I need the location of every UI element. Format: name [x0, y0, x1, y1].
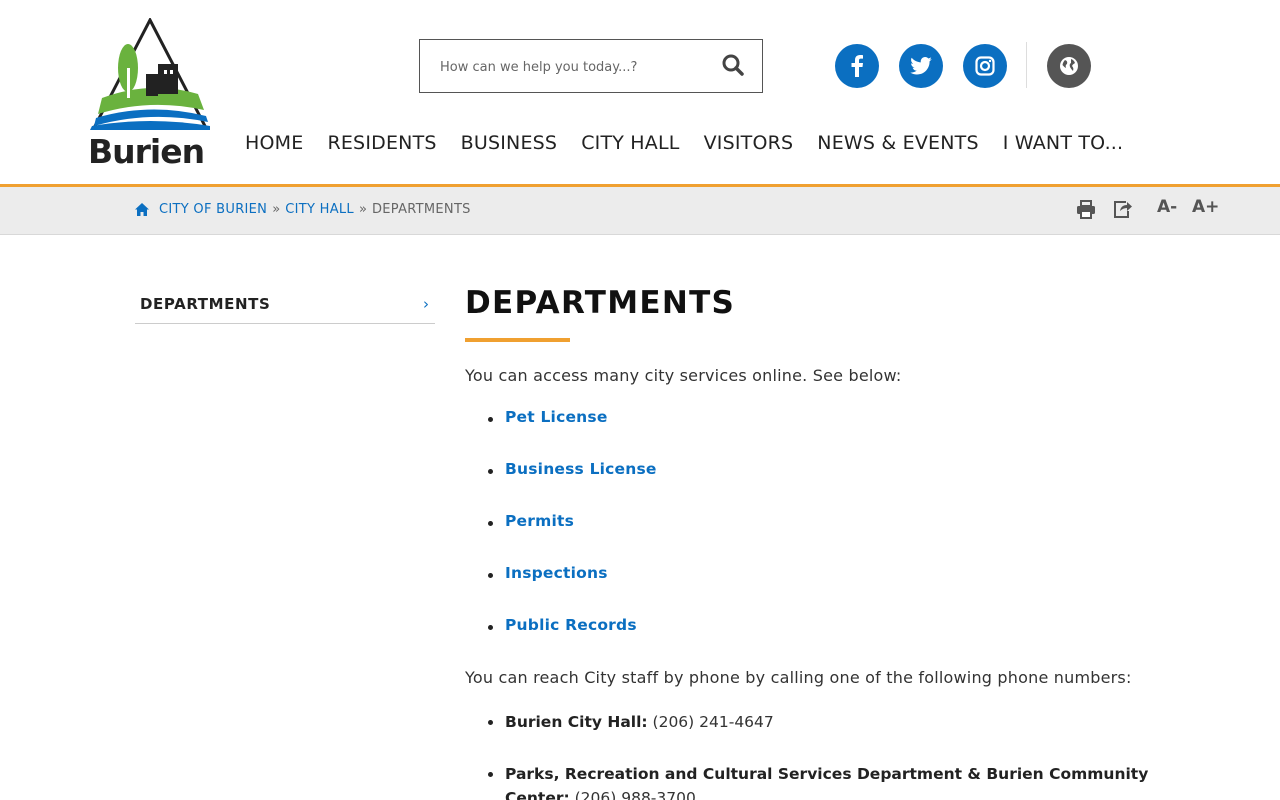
- link-business-license[interactable]: Business License: [505, 460, 657, 478]
- print-icon: [1077, 200, 1095, 219]
- link-inspections[interactable]: Inspections: [505, 564, 608, 582]
- breadcrumb-link-city-of-burien[interactable]: CITY OF BURIEN: [159, 202, 267, 217]
- facebook-icon: [851, 55, 863, 77]
- list-item: Permits: [488, 512, 657, 564]
- globe-icon: [1060, 57, 1078, 75]
- nav-city-hall[interactable]: CITY HALL: [581, 132, 679, 160]
- nav-i-want-to[interactable]: I WANT TO...: [1003, 132, 1124, 160]
- phone-label: Burien City Hall:: [505, 713, 648, 731]
- nav-business[interactable]: BUSINESS: [461, 132, 558, 160]
- search-input[interactable]: [440, 56, 710, 78]
- home-icon[interactable]: [135, 203, 149, 216]
- language-button[interactable]: [1047, 44, 1091, 88]
- list-item: Pet License: [488, 408, 657, 460]
- header-divider: [1026, 42, 1027, 88]
- breadcrumb-current: DEPARTMENTS: [371, 202, 471, 217]
- logo-mark-icon: [90, 16, 210, 130]
- nav-news-events[interactable]: NEWS & EVENTS: [817, 132, 978, 160]
- page-title: DEPARTMENTS: [465, 285, 736, 321]
- title-underline: [465, 338, 570, 342]
- main-nav: HOME RESIDENTS BUSINESS CITY HALL VISITO…: [245, 132, 1147, 160]
- breadcrumb: CITY OF BURIEN » CITY HALL » DEPARTMENTS: [135, 202, 471, 217]
- list-item: Public Records: [488, 616, 657, 668]
- twitter-button[interactable]: [899, 44, 943, 88]
- chevron-right-icon: ›: [423, 295, 429, 313]
- share-icon: [1114, 201, 1132, 218]
- search-icon: [722, 54, 744, 76]
- instagram-button[interactable]: [963, 44, 1007, 88]
- list-item: Business License: [488, 460, 657, 512]
- sidebar-item-departments[interactable]: DEPARTMENTS ›: [135, 286, 435, 324]
- instagram-icon: [975, 56, 995, 76]
- site-header: Burien HOME: [0, 0, 1280, 184]
- share-button[interactable]: [1112, 199, 1132, 223]
- intro-text: You can access many city services online…: [465, 366, 902, 385]
- burien-logo[interactable]: Burien: [88, 16, 212, 171]
- phone-number: (206) 241-4647: [647, 713, 774, 731]
- breadcrumb-separator: »: [272, 202, 281, 217]
- link-pet-license[interactable]: Pet License: [505, 408, 608, 426]
- phone-list: Burien City Hall: (206) 241-4647 Parks, …: [488, 710, 1205, 800]
- link-public-records[interactable]: Public Records: [505, 616, 637, 634]
- list-item: Parks, Recreation and Cultural Services …: [488, 762, 1205, 800]
- nav-home[interactable]: HOME: [245, 132, 303, 160]
- breadcrumb-separator: »: [358, 202, 367, 217]
- decrease-font-button[interactable]: A-: [1157, 197, 1177, 217]
- logo-text: Burien: [88, 132, 205, 171]
- increase-font-button[interactable]: A+: [1192, 197, 1219, 217]
- link-permits[interactable]: Permits: [505, 512, 574, 530]
- print-button[interactable]: [1076, 199, 1096, 223]
- breadcrumb-link-city-hall[interactable]: CITY HALL: [285, 202, 354, 217]
- breadcrumb-bar: CITY OF BURIEN » CITY HALL » DEPARTMENTS…: [0, 187, 1280, 235]
- list-item: Inspections: [488, 564, 657, 616]
- list-item: Burien City Hall: (206) 241-4647: [488, 710, 1205, 734]
- phone-intro-text: You can reach City staff by phone by cal…: [465, 668, 1132, 687]
- service-links-list: Pet License Business License Permits Ins…: [488, 408, 657, 668]
- sidebar-item-label: DEPARTMENTS: [140, 295, 271, 313]
- twitter-icon: [910, 57, 932, 75]
- nav-visitors[interactable]: VISITORS: [704, 132, 794, 160]
- phone-number: (206) 988-3700: [569, 789, 696, 800]
- nav-residents[interactable]: RESIDENTS: [327, 132, 436, 160]
- facebook-button[interactable]: [835, 44, 879, 88]
- search-box: [419, 39, 763, 93]
- search-button[interactable]: [722, 54, 746, 78]
